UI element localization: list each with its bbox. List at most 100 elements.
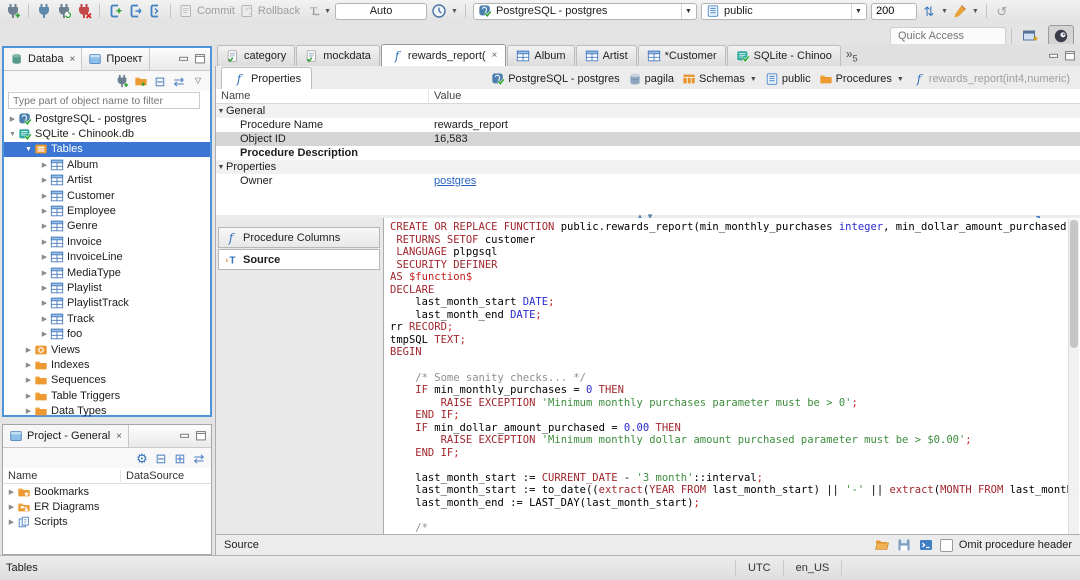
tree-collapsed-arrow-icon[interactable]: ▶ <box>23 361 34 369</box>
minimize-icon[interactable] <box>177 52 191 66</box>
close-icon[interactable]: × <box>492 50 498 61</box>
tree-item-data-types[interactable]: ▶ Data Types <box>4 403 210 418</box>
folder-new-icon[interactable] <box>134 74 148 88</box>
schema-select[interactable]: public ▼ <box>700 2 867 20</box>
grid-column-value[interactable]: Value <box>429 90 461 102</box>
gear-icon[interactable]: ⚙ <box>135 451 149 465</box>
open-recent-sql-editor-button[interactable] <box>127 3 143 19</box>
tab-projects[interactable]: Проект <box>82 48 150 70</box>
project-item-scripts[interactable]: ▶ Scripts <box>3 515 211 530</box>
tree-collapsed-arrow-icon[interactable]: ▶ <box>39 299 50 307</box>
tree-collapsed-arrow-icon[interactable]: ▶ <box>39 253 50 261</box>
status-locale[interactable]: en_US <box>782 560 843 576</box>
tree-item-views[interactable]: ▶ Views <box>4 342 210 357</box>
project-item-er-diagrams[interactable]: ▶ ER Diagrams <box>3 499 211 514</box>
tree-collapsed-arrow-icon[interactable]: ▶ <box>23 407 34 415</box>
tab-project-general[interactable]: Project - General × <box>3 425 129 447</box>
property-row-object-id[interactable]: Object ID 16,583 <box>216 132 1080 146</box>
group-expanded-arrow-icon[interactable]: ▼ <box>216 108 226 115</box>
editor-tab-customer[interactable]: *Customer <box>637 45 726 66</box>
open-console-icon[interactable] <box>918 537 934 553</box>
auto-commit-select[interactable]: Auto <box>335 2 428 20</box>
tree-collapsed-arrow-icon[interactable]: ▶ <box>39 222 50 230</box>
close-icon[interactable]: × <box>116 431 122 442</box>
status-timezone[interactable]: UTC <box>735 560 783 576</box>
format-sql-button[interactable]: ▼ <box>952 3 979 19</box>
close-icon[interactable]: × <box>69 54 75 65</box>
editor-tab-sqlite-chinoo[interactable]: SQLite - Chinoo <box>726 45 841 66</box>
tree-item-indexes[interactable]: ▶ Indexes <box>4 357 210 372</box>
tree-item-genre[interactable]: ▶ Genre <box>4 219 210 234</box>
tree-item-invoiceline[interactable]: ▶ InvoiceLine <box>4 250 210 265</box>
tree-collapsed-arrow-icon[interactable]: ▶ <box>23 392 34 400</box>
chevron-down-icon[interactable]: ▼ <box>941 8 948 15</box>
tree-item-mediatype[interactable]: ▶ MediaType <box>4 265 210 280</box>
maximize-icon[interactable] <box>193 52 207 66</box>
tree-collapsed-arrow-icon[interactable]: ▶ <box>39 238 50 246</box>
chevron-down-icon[interactable]: ▼ <box>324 8 331 15</box>
editor-tab-album[interactable]: Album <box>507 45 575 66</box>
tree-collapsed-arrow-icon[interactable]: ▶ <box>6 503 17 511</box>
collapse-icon[interactable]: ⊟ <box>153 74 167 88</box>
tab-overflow-indicator[interactable]: »5 <box>846 47 858 63</box>
bottom-tab-source[interactable]: Source <box>224 539 259 551</box>
tree-item-employee[interactable]: ▶ Employee <box>4 203 210 218</box>
invalidate-reconnect-button[interactable] <box>56 3 72 19</box>
tree-collapsed-arrow-icon[interactable]: ▶ <box>39 269 50 277</box>
chevron-down-icon[interactable]: ▼ <box>897 76 904 83</box>
tree-expanded-arrow-icon[interactable]: ▼ <box>23 146 34 153</box>
tree-item-postgresql-postgres[interactable]: ▶ PostgreSQL - postgres <box>4 111 210 126</box>
tree-item-playlisttrack[interactable]: ▶ PlaylistTrack <box>4 296 210 311</box>
tree-item-foo[interactable]: ▶ foo <box>4 326 210 341</box>
property-row-owner[interactable]: Owner postgres <box>216 174 1080 188</box>
tab-properties[interactable]: f Properties <box>221 67 313 89</box>
omit-procedure-header-checkbox[interactable] <box>939 538 953 552</box>
expand-icon[interactable]: ⊞ <box>173 451 187 465</box>
subtab-procedure-columns[interactable]: f Procedure Columns <box>218 227 380 248</box>
tree-item-customer[interactable]: ▶ Customer <box>4 188 210 203</box>
tree-item-invoice[interactable]: ▶ Invoice <box>4 234 210 249</box>
group-expanded-arrow-icon[interactable]: ▼ <box>216 164 226 171</box>
tree-collapsed-arrow-icon[interactable]: ▶ <box>7 115 18 123</box>
tree-collapsed-arrow-icon[interactable]: ▶ <box>23 346 34 354</box>
subtab-source[interactable]: ‹ T Source <box>218 249 380 270</box>
rollback-button[interactable]: Rollback <box>239 3 300 19</box>
code-area[interactable]: CREATE OR REPLACE FUNCTION public.reward… <box>383 218 1080 535</box>
property-row-properties[interactable]: ▼ Properties <box>216 160 1080 174</box>
chevron-down-icon[interactable]: ▼ <box>681 3 692 19</box>
column-name[interactable]: Name <box>3 469 121 482</box>
undo-button[interactable]: ↺ <box>994 3 1010 19</box>
scrollbar-thumb[interactable] <box>1070 220 1078 348</box>
disconnect-button[interactable] <box>76 3 92 19</box>
tree-collapsed-arrow-icon[interactable]: ▶ <box>39 161 50 169</box>
connection-select[interactable]: PostgreSQL - postgres ▼ <box>472 2 697 20</box>
collapse-icon[interactable]: ⊟ <box>154 451 168 465</box>
tab-database-navigator[interactable]: Databa × <box>4 48 83 70</box>
breadcrumb-public[interactable]: public <box>761 72 815 86</box>
plug-new-icon[interactable] <box>115 74 129 88</box>
object-filter-input[interactable] <box>8 92 200 109</box>
breadcrumb-postgresql-postgres[interactable]: PostgreSQL - postgres <box>487 72 623 86</box>
editor-tab-rewards-report[interactable]: f rewards_report(× <box>380 44 507 66</box>
new-sql-console-button[interactable] <box>147 3 163 19</box>
fetch-size-input[interactable] <box>870 2 917 20</box>
breadcrumb-procedures[interactable]: Procedures ▼ <box>815 72 908 86</box>
breadcrumb-schemas[interactable]: Schemas ▼ <box>678 72 761 86</box>
tree-item-table-triggers[interactable]: ▶ Table Triggers <box>4 388 210 403</box>
minimize-icon[interactable] <box>1047 49 1061 63</box>
refresh-results-button[interactable]: ⇅ ▼ <box>921 3 948 19</box>
maximize-icon[interactable] <box>1063 49 1077 63</box>
tree-collapsed-arrow-icon[interactable]: ▶ <box>39 315 50 323</box>
grid-column-name[interactable]: Name <box>216 90 429 102</box>
tree-collapsed-arrow-icon[interactable]: ▶ <box>23 376 34 384</box>
tree-item-playlist[interactable]: ▶ Playlist <box>4 280 210 295</box>
minimize-icon[interactable] <box>178 429 192 443</box>
owner-link[interactable]: postgres <box>434 175 476 187</box>
new-sql-editor-button[interactable] <box>107 3 123 19</box>
tree-item-sequences[interactable]: ▶ Sequences <box>4 373 210 388</box>
property-row-procedure-description[interactable]: Procedure Description <box>216 146 1080 160</box>
chevron-down-icon[interactable]: ▼ <box>851 3 862 19</box>
tree-item-artist[interactable]: ▶ Artist <box>4 173 210 188</box>
tree-collapsed-arrow-icon[interactable]: ▶ <box>39 207 50 215</box>
tree-item-sqlite-chinook-db[interactable]: ▼ SQLite - Chinook.db <box>4 126 210 141</box>
